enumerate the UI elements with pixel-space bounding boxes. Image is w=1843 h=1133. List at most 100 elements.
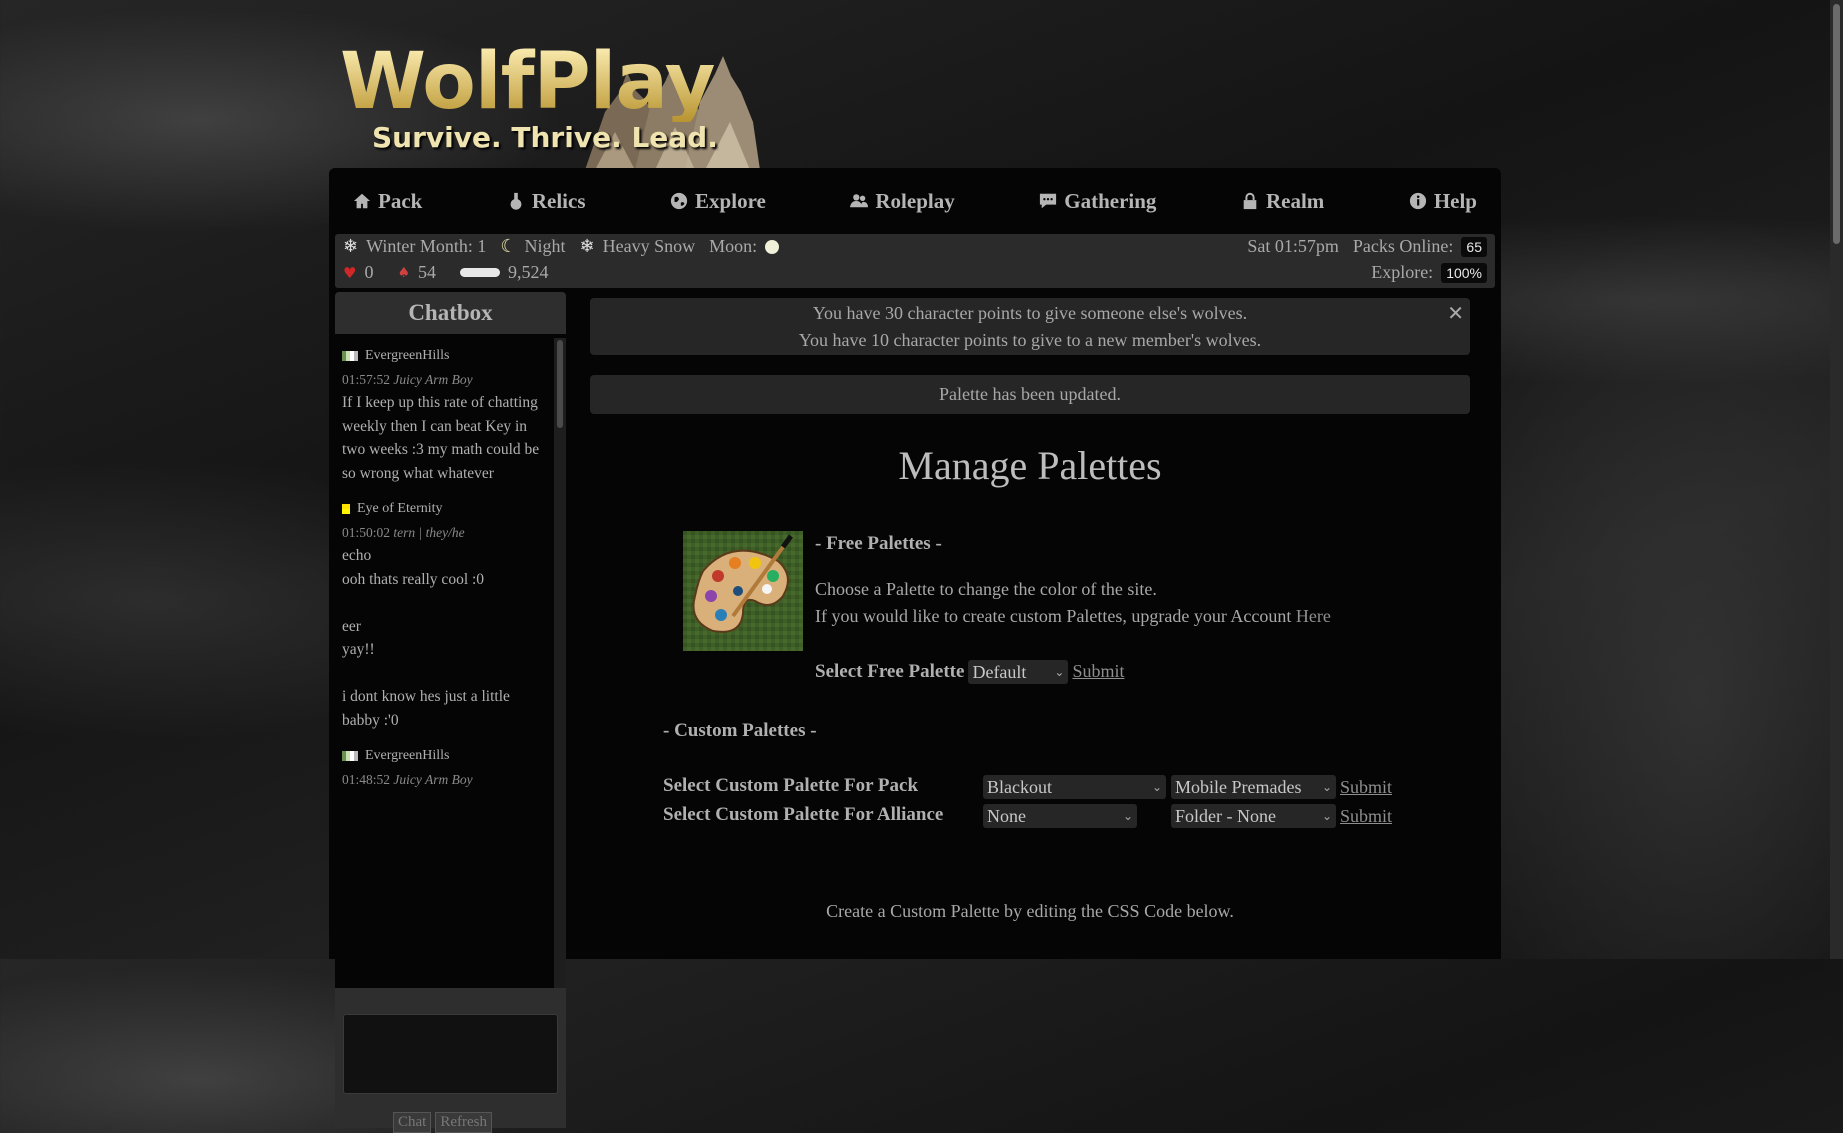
status-right-bottom: Explore: 100%	[1371, 262, 1487, 283]
close-icon[interactable]: ✕	[1447, 300, 1464, 327]
chevron-down-icon: ⌄	[1122, 809, 1133, 823]
snowflake-icon: ❄	[343, 236, 359, 257]
logo-tagline: Survive. Thrive. Lead.	[372, 121, 718, 154]
chat-meta: 01:50:02 tern | they/he	[342, 521, 548, 545]
chatbox-scrollbar-thumb[interactable]	[557, 340, 563, 428]
free-palette-selected: Default	[972, 661, 1027, 682]
page-scrollbar[interactable]	[1830, 0, 1843, 959]
info-icon	[1409, 192, 1426, 210]
free-palettes-desc1: Choose a Palette to change the color of …	[815, 579, 1157, 599]
nav-relics[interactable]: Relics	[507, 189, 586, 214]
chat-time: 01:50:02	[342, 524, 391, 540]
main-nav: Pack Relics Explore Roleplay Gathering R…	[329, 168, 1501, 234]
points-alert-line1: You have 30 character points to give som…	[812, 303, 1248, 323]
mushroom-icon: ♠	[397, 264, 411, 281]
page-title: Manage Palettes	[898, 443, 1162, 488]
home-icon	[353, 193, 371, 209]
users-icon	[850, 194, 869, 208]
chatbox-messages[interactable]: EvergreenHills 01:57:52 Juicy Arm Boy If…	[335, 338, 566, 988]
chat-username: EvergreenHills	[365, 748, 450, 763]
site-logo[interactable]: WolfPlay Survive. Thrive. Lead.	[340, 42, 760, 170]
upgrade-account-link[interactable]: Here	[1296, 606, 1331, 626]
chat-refresh-button[interactable]: Refresh	[435, 1112, 492, 1133]
pride-flag-icon	[342, 750, 358, 761]
status-row-weather: ❄ Winter Month: 1 ☾ Night ❄ Heavy Snow M…	[343, 236, 780, 257]
chat-user[interactable]: EvergreenHills	[342, 344, 548, 368]
chat-time: 01:48:52	[342, 771, 391, 787]
packs-online-count: 65	[1461, 236, 1487, 257]
chat-input-area: Chat Refresh	[335, 988, 566, 1133]
chat-icon	[1040, 193, 1057, 209]
alliance-palette-select[interactable]: None ⌄	[983, 804, 1137, 828]
css-hint: Create a Custom Palette by editing the C…	[826, 901, 1234, 921]
bones-count: 9,524	[508, 262, 549, 282]
page-scrollbar-thumb[interactable]	[1833, 4, 1840, 244]
clock-text: Sat 01:57pm	[1247, 236, 1339, 256]
packs-online-label: Packs Online:	[1352, 236, 1454, 256]
pride-flag-icon	[342, 503, 350, 514]
chat-time: 01:57:52	[342, 371, 391, 387]
explore-value: 100%	[1441, 262, 1487, 283]
chat-text: echo ooh thats really cool :0 eer yay!! …	[342, 547, 510, 729]
nav-realm-label: Realm	[1265, 188, 1325, 213]
free-palettes-desc2: If you would like to create custom Palet…	[815, 603, 1331, 630]
chat-alias: tern | they/he	[393, 524, 465, 540]
free-palettes-heading: - Free Palettes -	[815, 533, 942, 554]
nav-realm[interactable]: Realm	[1241, 189, 1324, 214]
chat-meta: 01:48:52 Juicy Arm Boy	[342, 768, 548, 792]
status-row-resources: ♥ 0 ♠ 54 9,524	[343, 262, 549, 283]
alliance-folder-select[interactable]: Folder - None ⌄	[1171, 804, 1336, 828]
nav-help-label: Help	[1433, 188, 1477, 213]
alliance-palette-submit[interactable]: Submit	[1340, 803, 1392, 830]
chevron-down-icon: ⌄	[1151, 780, 1162, 794]
nav-explore-label: Explore	[695, 188, 766, 213]
chat-message-input[interactable]	[343, 1014, 558, 1094]
nav-help[interactable]: Help	[1409, 189, 1477, 214]
nav-pack-label: Pack	[378, 188, 423, 213]
points-alert: You have 30 character points to give som…	[590, 298, 1470, 355]
paint-palette-image	[683, 531, 803, 651]
free-palette-select[interactable]: Default ⌄	[968, 659, 1069, 684]
main-container: Pack Relics Explore Roleplay Gathering R…	[329, 168, 1501, 1133]
chat-meta: 01:57:52 Juicy Arm Boy	[342, 368, 548, 392]
chat-text: If I keep up this rate of chatting weekl…	[342, 394, 544, 482]
points-alert-line2: You have 10 character points to give to …	[798, 330, 1262, 350]
pack-palette-submit[interactable]: Submit	[1340, 774, 1392, 801]
logo-title: WolfPlay	[340, 37, 715, 127]
bone-icon	[460, 268, 501, 277]
full-moon-icon	[765, 239, 780, 254]
mushrooms-count: 54	[418, 262, 437, 282]
status-right-top: Sat 01:57pm Packs Online: 65	[1247, 236, 1487, 257]
nav-pack[interactable]: Pack	[353, 189, 422, 214]
chatbox-scrollbar[interactable]	[554, 338, 566, 988]
free-palettes-desc2-text: If you would like to create custom Palet…	[815, 606, 1296, 626]
nav-gathering[interactable]: Gathering	[1039, 189, 1156, 214]
pack-palette-selected: Blackout	[987, 777, 1052, 797]
custom-palettes-heading: - Custom Palettes -	[663, 720, 817, 741]
nav-explore[interactable]: Explore	[670, 189, 766, 214]
alliance-folder-selected: Folder - None	[1175, 806, 1276, 826]
palette-updated-text: Palette has been updated.	[939, 384, 1121, 404]
select-free-palette-label: Select Free Palette	[815, 660, 965, 682]
chat-send-button[interactable]: Chat	[393, 1112, 432, 1133]
pack-palette-label: Select Custom Palette For Pack	[663, 775, 919, 796]
pack-folder-select[interactable]: Mobile Premades ⌄	[1171, 775, 1336, 799]
time-of-day-text: Night	[524, 236, 566, 256]
chat-user[interactable]: EvergreenHills	[342, 744, 548, 768]
chat-alias: Juicy Arm Boy	[393, 371, 473, 387]
free-palette-row: Select Free Palette Default ⌄ Submit	[815, 658, 1124, 685]
chat-alias: Juicy Arm Boy	[393, 771, 473, 787]
nav-roleplay[interactable]: Roleplay	[850, 188, 955, 214]
free-palette-submit[interactable]: Submit	[1072, 658, 1124, 685]
chevron-down-icon: ⌄	[1321, 780, 1332, 794]
nav-gathering-label: Gathering	[1064, 188, 1157, 213]
alliance-palette-selected: None	[987, 806, 1026, 826]
pack-folder-selected: Mobile Premades	[1175, 777, 1302, 797]
nav-roleplay-label: Roleplay	[875, 188, 955, 213]
moon-label: Moon:	[709, 236, 758, 256]
chat-buttons: Chat Refresh	[393, 1112, 492, 1133]
chat-message: Eye of Eternity 01:50:02 tern | they/he …	[335, 491, 566, 738]
pack-palette-select[interactable]: Blackout ⌄	[983, 775, 1166, 799]
season-text: Winter Month: 1	[366, 236, 487, 256]
chat-user[interactable]: Eye of Eternity	[342, 497, 548, 521]
